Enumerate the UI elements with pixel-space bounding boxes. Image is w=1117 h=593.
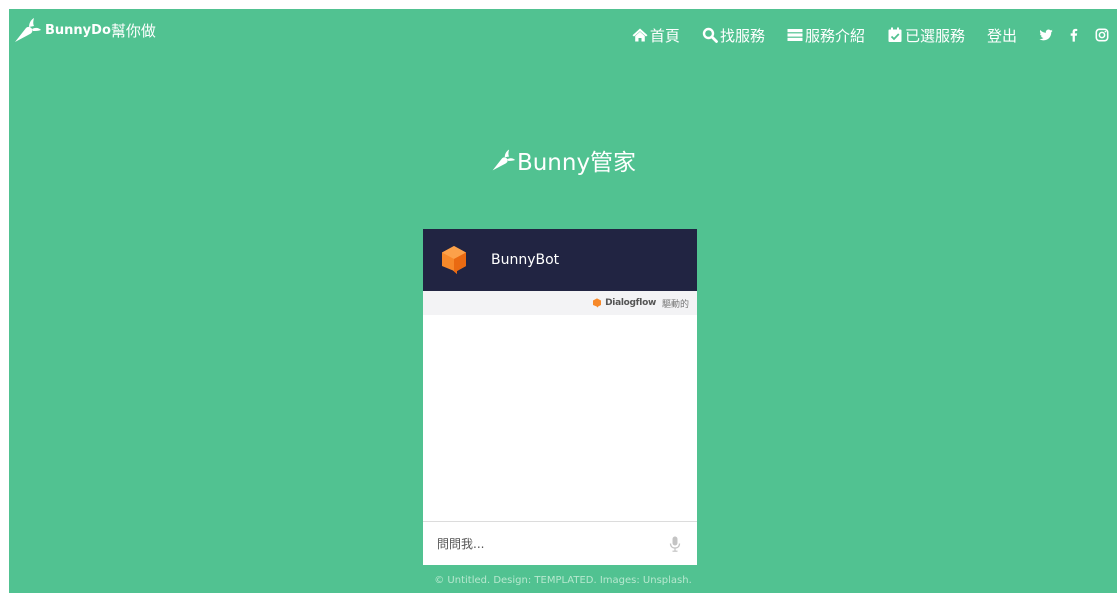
page-title-text: Bunny管家	[516, 150, 637, 176]
home-icon	[632, 28, 648, 42]
facebook-icon	[1070, 28, 1078, 42]
chat-input[interactable]	[435, 535, 659, 552]
powered-by-bar: Dialogflow 驅動的	[423, 291, 697, 315]
brand-logo-link[interactable]: BunnyDo 幫你做	[12, 15, 156, 45]
powered-by-suffix: 驅動的	[661, 299, 689, 310]
nav-logout-label: 登出	[986, 26, 1017, 45]
footer-credits: © Untitled. Design: TEMPLATED. Images: U…	[434, 575, 692, 586]
brand-name: BunnyDo	[45, 22, 111, 38]
dialogflow-bot-icon	[442, 246, 466, 274]
chat-messages-area	[423, 315, 697, 522]
list-icon	[787, 29, 803, 41]
nav-selected-services-label: 已選服務	[904, 26, 965, 45]
microphone-icon[interactable]	[669, 536, 681, 552]
calendar-check-icon	[888, 27, 902, 42]
carrot-icon	[492, 149, 516, 171]
dialogflow-logo-icon	[593, 298, 602, 308]
top-nav-bar: BunnyDo 幫你做 首頁 找服務 服務介紹 已選服務 登出	[9, 9, 1117, 61]
twitter-link[interactable]	[1039, 28, 1053, 42]
page: BunnyDo 幫你做 首頁 找服務 服務介紹 已選服務 登出 Bunny管家 …	[9, 9, 1117, 593]
brand-suffix: 幫你做	[110, 21, 156, 40]
twitter-icon	[1039, 29, 1053, 41]
main-nav: 首頁 找服務 服務介紹 已選服務 登出	[632, 9, 1117, 61]
nav-find-service-label: 找服務	[719, 26, 765, 45]
nav-service-intro[interactable]: 服務介紹	[787, 25, 865, 46]
nav-home[interactable]: 首頁	[632, 25, 680, 46]
nav-home-label: 首頁	[649, 26, 680, 45]
nav-service-intro-label: 服務介紹	[804, 26, 865, 45]
instagram-icon	[1095, 28, 1109, 42]
chatbot-header: BunnyBot	[423, 229, 697, 291]
instagram-link[interactable]	[1095, 28, 1109, 42]
nav-selected-services[interactable]: 已選服務	[887, 25, 965, 46]
facebook-link[interactable]	[1067, 28, 1081, 42]
chatbot-widget: BunnyBot Dialogflow 驅動的	[423, 229, 697, 565]
nav-find-service[interactable]: 找服務	[702, 25, 765, 46]
powered-by-name: Dialogflow	[605, 298, 656, 308]
page-title: Bunny管家	[9, 143, 1117, 177]
nav-logout[interactable]: 登出	[987, 25, 1017, 46]
bot-name: BunnyBot	[491, 252, 560, 268]
search-icon	[702, 27, 718, 43]
chat-input-bar	[423, 522, 697, 565]
carrot-logo-icon	[15, 18, 41, 42]
